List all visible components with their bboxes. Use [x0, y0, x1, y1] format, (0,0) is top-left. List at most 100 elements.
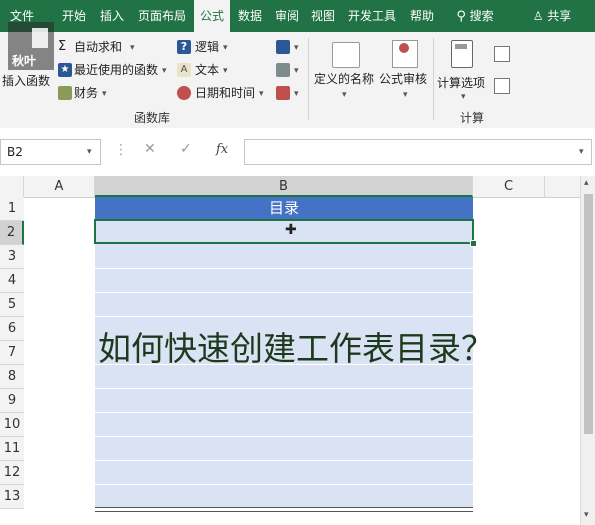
row-header[interactable]: 7	[0, 341, 24, 365]
row-header[interactable]: 6	[0, 317, 24, 341]
clock-icon	[177, 86, 191, 100]
sigma-icon: Σ	[58, 39, 67, 54]
logo: 秋叶	[8, 22, 54, 70]
row-divider	[95, 412, 473, 413]
tab-view[interactable]: 视图	[306, 0, 340, 32]
group-label-library: 函数库	[134, 111, 171, 125]
column-header-bar: A B C	[0, 176, 580, 198]
insert-function-label: 插入函数	[2, 74, 51, 88]
row-header[interactable]: 3	[0, 245, 24, 269]
formula-audit-button[interactable]: 公式审核 ▾	[379, 36, 431, 102]
tab-review[interactable]: 审阅	[270, 0, 304, 32]
tab-developer[interactable]: 开发工具	[343, 0, 401, 32]
calc-options-button[interactable]: 计算选项 ▾	[437, 36, 489, 102]
selected-cell-b2[interactable]	[94, 219, 474, 244]
audit-check-icon	[392, 40, 418, 68]
logical-button[interactable]: ? 逻辑 ▾	[177, 39, 233, 55]
column-header-b[interactable]: B	[95, 176, 473, 197]
share-button[interactable]: ♙ 共享	[526, 0, 578, 32]
tab-help[interactable]: 帮助	[404, 0, 440, 32]
chevron-down-icon: ▾	[130, 43, 135, 53]
group-separator	[308, 38, 309, 120]
financial-button[interactable]: 财务 ▾	[58, 85, 114, 101]
calc-sheet-icon[interactable]	[494, 78, 510, 94]
row-divider	[95, 484, 473, 485]
row-divider	[95, 316, 473, 317]
autosum-label: 自动求和	[74, 40, 123, 54]
row-header[interactable]: 11	[0, 437, 24, 461]
enter-check-icon[interactable]: ✓	[180, 141, 192, 157]
financial-label: 财务	[74, 86, 99, 100]
excel-sheet-icon	[32, 28, 48, 48]
table-bottom-border	[95, 507, 473, 512]
text-button[interactable]: A 文本 ▾	[177, 62, 233, 78]
calc-now-icon[interactable]	[494, 46, 510, 62]
chevron-down-icon: ▾	[259, 89, 264, 99]
row-divider	[95, 268, 473, 269]
row-header[interactable]: 10	[0, 413, 24, 437]
scroll-thumb[interactable]	[584, 194, 593, 434]
chevron-down-icon: ▾	[102, 89, 107, 99]
person-icon: ♙	[532, 9, 544, 23]
tab-insert[interactable]: 插入	[94, 0, 130, 32]
define-name-button[interactable]: 定义的名称 ▾	[312, 36, 376, 102]
logo-text: 秋叶	[12, 54, 37, 68]
datetime-button[interactable]: 日期和时间 ▾	[177, 85, 269, 101]
book-icon	[58, 86, 72, 100]
autosum-button[interactable]: Σ 自动求和 ▾	[58, 39, 144, 55]
cancel-icon[interactable]: ✕	[144, 141, 156, 157]
vertical-scrollbar[interactable]: ▴ ▾	[580, 176, 595, 525]
tab-page-layout[interactable]: 页面布局	[134, 0, 190, 32]
more-functions-icon	[276, 86, 290, 100]
tab-formulas[interactable]: 公式	[194, 0, 230, 32]
text-label: 文本	[195, 63, 220, 77]
chevron-down-icon: ▾	[461, 92, 466, 102]
lookup-button[interactable]: ▾	[276, 39, 304, 55]
overlay-title: 如何快速创建工作表目录？	[98, 329, 494, 368]
lookup-icon	[276, 40, 290, 54]
ribbon-formulas: 插入函数 Σ 自动求和 ▾ ★ 最近使用的函数 ▾ 财务 ▾ ? 逻辑 ▾ A …	[0, 32, 595, 129]
tab-home[interactable]: 开始	[56, 0, 92, 32]
more-dots-icon: ⋮	[114, 142, 128, 158]
more-functions-button[interactable]: ▾	[276, 85, 304, 101]
row-header[interactable]: 2	[0, 221, 24, 245]
chevron-down-icon: ▾	[223, 66, 228, 76]
column-header-a[interactable]: A	[24, 176, 95, 197]
define-name-label: 定义的名称	[314, 72, 375, 86]
column-header-c[interactable]: C	[473, 176, 545, 197]
row-header[interactable]: 8	[0, 365, 24, 389]
row-divider	[95, 292, 473, 293]
formula-input[interactable]: ▾	[244, 139, 592, 165]
scroll-down-arrow-icon[interactable]: ▾	[584, 510, 589, 520]
formula-audit-label: 公式审核	[379, 72, 428, 86]
recent-functions-button[interactable]: ★ 最近使用的函数 ▾	[58, 62, 170, 78]
chevron-down-icon: ▾	[579, 147, 584, 157]
search-box[interactable]: ⚲ 搜索	[446, 0, 504, 32]
chevron-down-icon: ▾	[87, 147, 92, 157]
scroll-up-arrow-icon[interactable]: ▴	[584, 178, 589, 188]
row-divider	[95, 436, 473, 437]
logical-label: 逻辑	[195, 40, 220, 54]
datetime-label: 日期和时间	[195, 86, 256, 100]
row-divider	[95, 460, 473, 461]
row-header[interactable]: 12	[0, 461, 24, 485]
group-label-calc: 计算	[460, 111, 485, 125]
calc-options-label: 计算选项	[437, 76, 486, 90]
name-tag-icon	[332, 42, 360, 68]
row-header[interactable]: 9	[0, 389, 24, 413]
chevron-down-icon: ▾	[162, 66, 167, 76]
fill-handle[interactable]	[470, 240, 477, 247]
math-button[interactable]: ▾	[276, 62, 304, 78]
select-all-corner[interactable]	[0, 176, 24, 197]
row-header[interactable]: 1	[0, 197, 24, 221]
table-header-cell[interactable]: 目录	[95, 197, 473, 219]
insert-function-fx-icon[interactable]: fx	[216, 142, 228, 157]
ribbon-tab-bar: 文件 开始 插入 页面布局 公式 数据 审阅 视图 开发工具 帮助 ⚲ 搜索 ♙…	[0, 0, 595, 32]
name-box[interactable]: B2 ▾	[0, 139, 101, 165]
chevron-down-icon: ▾	[294, 43, 299, 53]
row-header[interactable]: 4	[0, 269, 24, 293]
star-icon: ★	[58, 63, 72, 77]
tab-data[interactable]: 数据	[232, 0, 268, 32]
row-header[interactable]: 13	[0, 485, 24, 509]
row-header[interactable]: 5	[0, 293, 24, 317]
